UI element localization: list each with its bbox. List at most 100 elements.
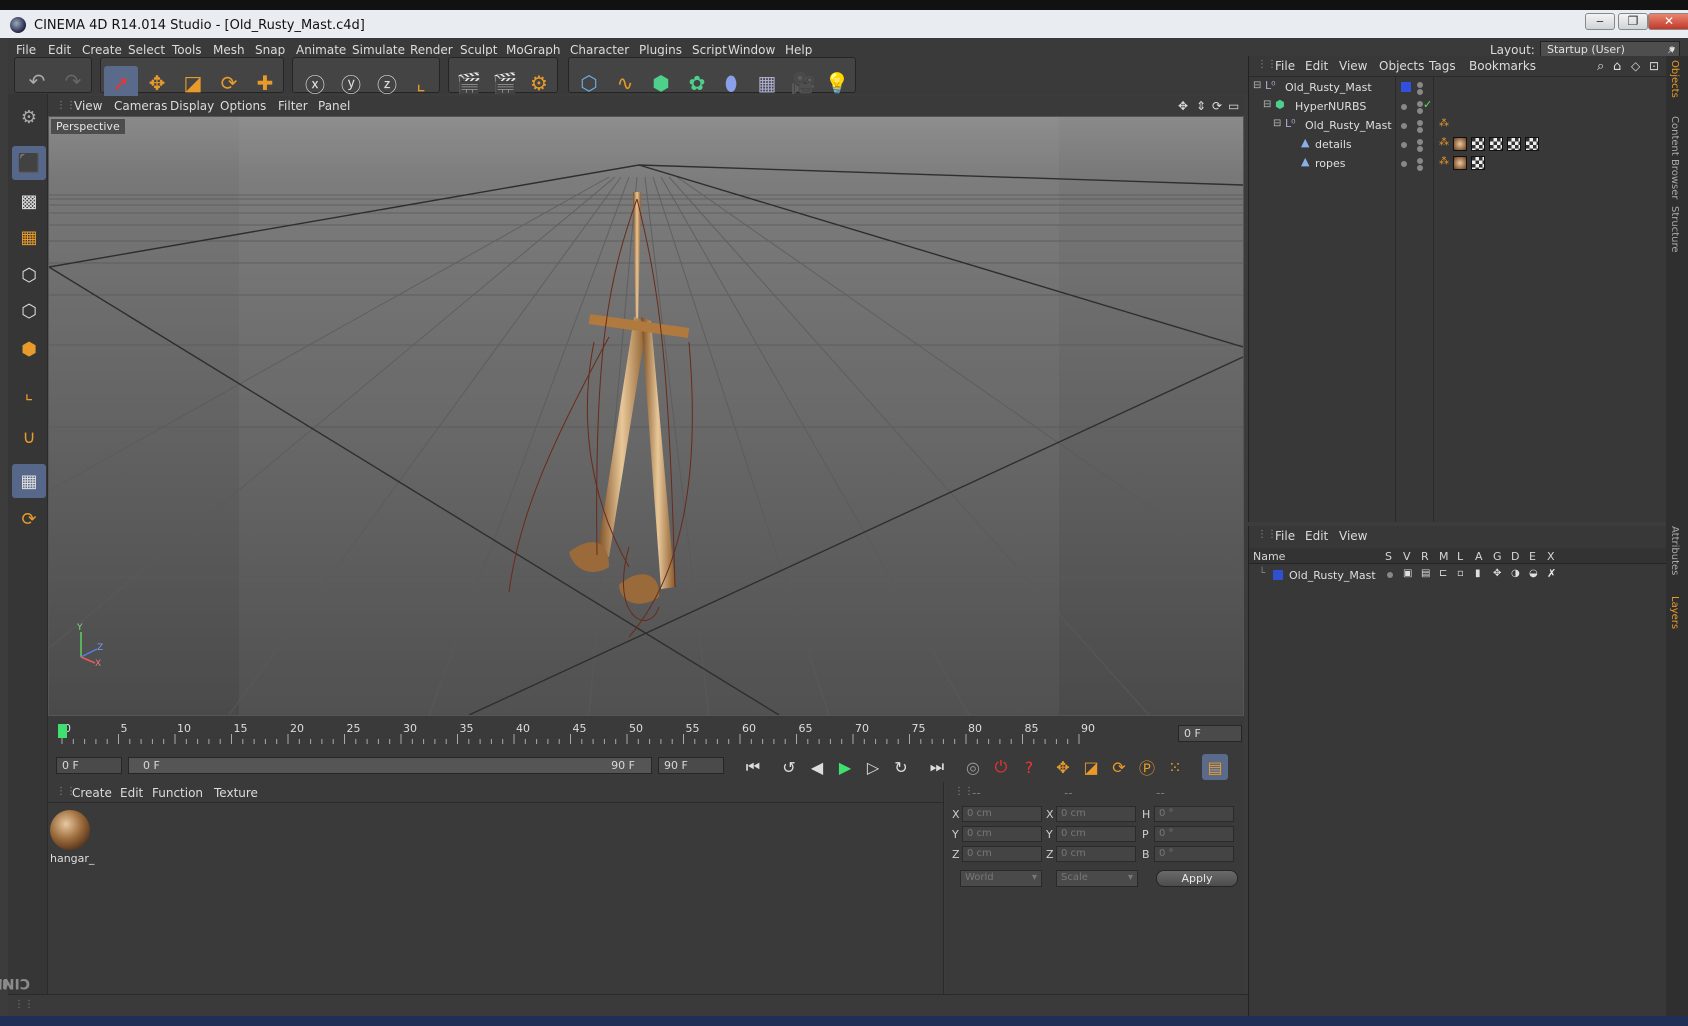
col-generators[interactable]: G — [1493, 550, 1502, 563]
viewport-menu-cameras[interactable]: Cameras — [114, 99, 167, 113]
tab-structure[interactable]: Structure — [1669, 206, 1680, 253]
uvw-tag-icon[interactable] — [1507, 137, 1521, 151]
collapse-icon[interactable]: ◇ — [1631, 59, 1640, 73]
display-tag-icon[interactable]: ⁂ — [1439, 118, 1449, 129]
col-manager[interactable]: M — [1439, 550, 1449, 563]
key-scale-icon[interactable]: ◪ — [1078, 754, 1104, 780]
coordinate-system-icon[interactable]: ⌞ — [404, 66, 438, 100]
enabled-check-icon[interactable]: ✓ — [1423, 98, 1432, 111]
viewport-menu-display[interactable]: Display — [170, 99, 214, 113]
render-toggle-icon[interactable]: ▤ — [1421, 568, 1430, 579]
playhead[interactable] — [58, 724, 67, 738]
tab-attributes[interactable]: Attributes — [1669, 526, 1680, 575]
start-frame-field[interactable]: 0 F — [56, 757, 122, 774]
view-toggle-icon[interactable]: ▣ — [1403, 568, 1412, 579]
menu-plugins[interactable]: Plugins — [639, 43, 682, 57]
render-settings-icon[interactable]: ⚙ — [522, 66, 556, 100]
col-xref[interactable]: X — [1547, 550, 1555, 563]
layer-row[interactable]: └ Old_Rusty_Mast ▣ ▤ ⊏ ▫ ▮ ✥ ◑ ◒ ✗ — [1249, 566, 1667, 585]
objects-menu-bookmarks[interactable]: Bookmarks — [1469, 59, 1536, 73]
menu-tools[interactable]: Tools — [172, 43, 202, 57]
menu-simulate[interactable]: Simulate — [352, 43, 405, 57]
render-view-icon[interactable]: 🎬 — [452, 66, 486, 100]
cube-icon[interactable]: ⬡ — [572, 66, 606, 100]
search-icon[interactable]: ⌕ — [1597, 59, 1604, 74]
visibility-dot[interactable] — [1417, 158, 1423, 164]
menu-sculpt[interactable]: Sculpt — [460, 43, 497, 57]
menu-mesh[interactable]: Mesh — [213, 43, 245, 57]
locked-workplane-icon[interactable]: ▦ — [12, 464, 46, 498]
col-solo[interactable]: S — [1385, 550, 1392, 563]
render-dot[interactable] — [1417, 127, 1423, 133]
uvw-tag-icon[interactable] — [1489, 137, 1503, 151]
phong-tag-icon[interactable]: ⁂ — [1439, 156, 1449, 167]
size-mode-dropdown[interactable]: Scale ▾ — [1056, 870, 1138, 887]
add-icon[interactable]: ✚ — [248, 66, 282, 100]
menu-select[interactable]: Select — [128, 43, 165, 57]
material-tag-icon[interactable] — [1453, 156, 1467, 170]
col-name[interactable]: Name — [1253, 550, 1285, 563]
menu-render[interactable]: Render — [410, 43, 453, 57]
close-button[interactable]: ✕ — [1648, 13, 1688, 30]
loop-back-icon[interactable]: ↺ — [776, 754, 802, 780]
texture-mode-icon[interactable]: ▩ — [12, 184, 46, 218]
x-axis-lock-icon[interactable]: ⓧ — [298, 66, 332, 100]
objects-menu-view[interactable]: View — [1339, 59, 1367, 73]
size-x-field[interactable]: 0 cm — [1056, 806, 1136, 822]
pos-z-field[interactable]: 0 cm — [962, 846, 1042, 862]
move-view-icon[interactable]: ✥ — [1178, 99, 1188, 113]
col-animation[interactable]: A — [1475, 550, 1483, 563]
model-mode-icon[interactable]: ⬛ — [12, 146, 46, 180]
object-row[interactable]: ⊟ ⬢ HyperNURBS ✓ — [1249, 97, 1667, 116]
key-position-icon[interactable]: ✥ — [1050, 754, 1076, 780]
redo-icon[interactable]: ↷ — [56, 64, 90, 98]
minimize-button[interactable]: ‒ — [1585, 13, 1615, 30]
toggle-view-icon[interactable]: ▭ — [1228, 99, 1239, 113]
rot-h-field[interactable]: 0 ° — [1154, 806, 1234, 822]
menu-animate[interactable]: Animate — [296, 43, 346, 57]
zoom-view-icon[interactable]: ⇕ — [1196, 99, 1206, 113]
step-forward-icon[interactable]: ▷ — [860, 754, 886, 780]
object-row[interactable]: ▲ ropes ⁂ — [1249, 154, 1667, 173]
uvw-tag-icon[interactable] — [1525, 137, 1539, 151]
z-axis-lock-icon[interactable]: ⓩ — [370, 66, 404, 100]
material-menu-function[interactable]: Function — [152, 786, 203, 800]
visibility-dot[interactable] — [1417, 82, 1423, 88]
material-menu-edit[interactable]: Edit — [120, 786, 143, 800]
snap-magnet-icon[interactable]: ∪ — [12, 420, 46, 454]
timeline-ruler[interactable]: 0 5 10 15 20 25 30 35 40 45 50 55 60 65 70 75 80 85 90 0 F — [48, 720, 1244, 750]
timeline-icon[interactable]: ▤ — [1202, 754, 1228, 780]
uvw-tag-icon[interactable] — [1471, 137, 1485, 151]
edges-mode-icon[interactable]: ⬡ — [12, 294, 46, 328]
polygons-mode-icon[interactable]: ⬢ — [12, 332, 46, 366]
rot-p-field[interactable]: 0 ° — [1154, 826, 1234, 842]
live-selection-icon[interactable]: ➚ — [104, 66, 138, 100]
key-pla-icon[interactable]: ⁙ — [1162, 754, 1188, 780]
objects-menu-edit[interactable]: Edit — [1305, 59, 1328, 73]
material-tag-icon[interactable] — [1453, 137, 1467, 151]
col-expressions[interactable]: E — [1529, 550, 1536, 563]
col-deformers[interactable]: D — [1511, 550, 1519, 563]
go-to-end-icon[interactable]: ⏭ — [924, 754, 950, 780]
floor-icon[interactable]: ▦ — [750, 66, 784, 100]
col-view[interactable]: V — [1403, 550, 1411, 563]
objects-menu-objects[interactable]: Objects — [1379, 59, 1424, 73]
go-to-start-icon[interactable]: ⏮ — [740, 754, 766, 780]
coordinate-mode-dropdown[interactable]: World ▾ — [960, 870, 1042, 887]
xref-toggle-icon[interactable]: ✗ — [1547, 567, 1556, 580]
rot-b-field[interactable]: 0 ° — [1154, 846, 1234, 862]
pos-x-field[interactable]: 0 cm — [962, 806, 1042, 822]
object-row[interactable]: ⊟ L⁰ Old_Rusty_Mast ⁂ — [1249, 116, 1667, 135]
step-back-icon[interactable]: ◀ — [804, 754, 830, 780]
uvw-tag-icon[interactable] — [1471, 156, 1485, 170]
render-dot[interactable] — [1417, 165, 1423, 171]
autokey-icon[interactable]: ⏻ — [988, 754, 1014, 780]
lock-toggle-icon[interactable]: ▫ — [1457, 568, 1464, 579]
deformer-icon[interactable]: ⬮ — [714, 66, 748, 100]
undo-icon[interactable]: ↶ — [20, 64, 54, 98]
loop-forward-icon[interactable]: ↻ — [888, 754, 914, 780]
rotate-view-icon[interactable]: ⟳ — [1212, 99, 1222, 113]
make-editable-icon[interactable]: ⚙ — [12, 100, 46, 134]
3d-scene[interactable]: Perspective Y Z X — [0, 116, 1450, 716]
viewport-menu-panel[interactable]: Panel — [318, 99, 350, 113]
